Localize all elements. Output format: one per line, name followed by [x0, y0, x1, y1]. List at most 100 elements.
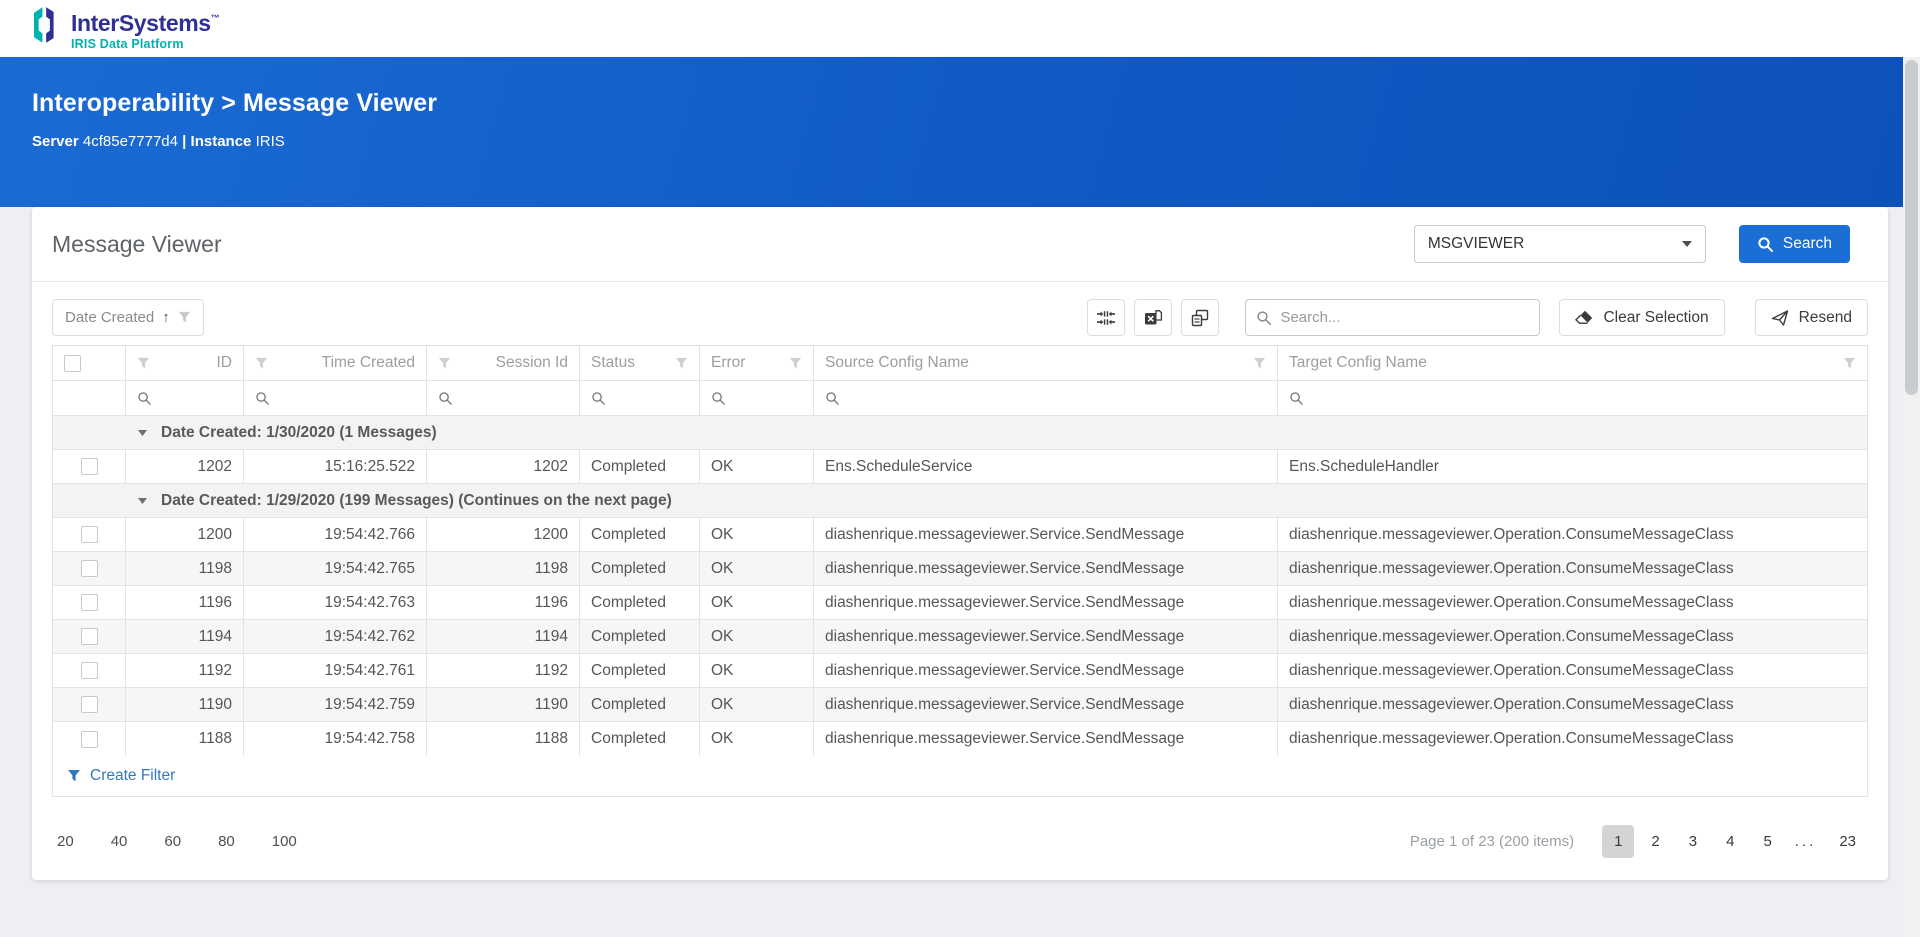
filter-cell-session[interactable]	[427, 381, 580, 415]
message-row[interactable]: 1188 19:54:42.758 1188 Completed OK diashenri…	[53, 722, 1867, 756]
message-row[interactable]: 1194 19:54:42.762 1194 Completed OK diashenri…	[53, 620, 1867, 654]
filter-cell-status[interactable]	[580, 381, 700, 415]
row-checkbox-cell	[53, 450, 126, 483]
row-checkbox[interactable]	[80, 594, 98, 611]
select-all-header-cell[interactable]	[53, 346, 126, 380]
message-row[interactable]: 1202 15:16:25.522 1202 Completed OK Ens.Sched…	[53, 450, 1867, 484]
page-button[interactable]: 23	[1827, 825, 1868, 858]
sort-chip-date-created[interactable]: Date Created ↑	[52, 299, 204, 336]
message-row[interactable]: 1192 19:54:42.761 1192 Completed OK diashenri…	[53, 654, 1867, 688]
row-checkbox[interactable]	[80, 730, 98, 748]
page-size-selector: 20 40 60 80 100	[52, 827, 302, 856]
message-row[interactable]: 1196 19:54:42.763 1196 Completed OK diashenri…	[53, 586, 1867, 620]
cell-id: 1194	[126, 620, 244, 653]
filter-input-session[interactable]	[461, 389, 568, 407]
resend-button[interactable]: Resend	[1754, 299, 1868, 336]
cell-status: Completed	[580, 586, 700, 619]
breadcrumb[interactable]: Interoperability > Message Viewer	[32, 89, 1920, 118]
filter-cell-time[interactable]	[244, 381, 427, 415]
cell-time: 19:54:42.758	[244, 722, 427, 756]
server-label: Server	[32, 133, 79, 150]
filter-icon[interactable]	[137, 357, 150, 370]
filter-input-error[interactable]	[734, 389, 802, 407]
search-icon	[255, 391, 270, 406]
scrollbar-thumb[interactable]	[1905, 60, 1918, 395]
column-chooser-button[interactable]	[1181, 299, 1220, 336]
column-header-source[interactable]: Source Config Name	[814, 346, 1278, 380]
page-button[interactable]: 1	[1602, 824, 1635, 858]
page-button[interactable]: 5	[1751, 825, 1783, 858]
row-checkbox[interactable]	[80, 560, 98, 577]
collapse-group-icon[interactable]	[138, 429, 147, 436]
cell-status: Completed	[580, 620, 700, 653]
select-all-checkbox[interactable]	[64, 354, 81, 372]
filter-cell-id[interactable]	[126, 381, 244, 415]
filter-icon[interactable]	[438, 357, 451, 370]
filter-icon[interactable]	[255, 357, 268, 370]
page-size-option[interactable]: 100	[267, 827, 302, 856]
page-content: Message Viewer MSGVIEWER Search Date Cre…	[0, 207, 1920, 880]
row-checkbox-cell	[53, 688, 126, 721]
filter-input-status[interactable]	[614, 389, 688, 407]
create-filter-button[interactable]: Create Filter	[53, 756, 1867, 796]
message-row[interactable]: 1190 19:54:42.759 1190 Completed OK diashenri…	[53, 688, 1867, 722]
filter-icon[interactable]	[1253, 357, 1266, 370]
column-header-time[interactable]: Time Created	[244, 346, 427, 380]
row-checkbox[interactable]	[80, 696, 98, 713]
chevron-down-icon	[1681, 241, 1692, 247]
filter-icon[interactable]	[675, 357, 688, 370]
top-bar: InterSystems™ IRIS Data Platform	[0, 0, 1920, 57]
column-header-session[interactable]: Session Id	[427, 346, 580, 380]
collapse-group-icon[interactable]	[138, 497, 147, 504]
page-size-option[interactable]: 40	[106, 827, 133, 856]
page-title: Message Viewer	[52, 230, 222, 257]
grid-search-box	[1245, 299, 1541, 336]
namespace-select[interactable]: MSGVIEWER	[1413, 225, 1706, 263]
page-button[interactable]: 3	[1677, 825, 1709, 858]
search-button[interactable]: Search	[1738, 225, 1850, 263]
page-button[interactable]: 2	[1639, 825, 1671, 858]
export-excel-button[interactable]	[1134, 299, 1173, 336]
clear-selection-button[interactable]: Clear Selection	[1559, 299, 1725, 336]
sort-ascending-icon: ↑	[162, 309, 170, 326]
cell-session: 1198	[427, 552, 580, 585]
cell-source: diashenrique.messageviewer.Service.SendM…	[814, 586, 1278, 619]
column-header-id[interactable]: ID	[126, 346, 244, 380]
cell-error: OK	[700, 586, 814, 619]
page-button[interactable]: 4	[1714, 825, 1746, 858]
page-size-option[interactable]: 60	[159, 827, 186, 856]
page-size-option[interactable]: 20	[52, 827, 79, 856]
filter-cell-error[interactable]	[700, 381, 814, 415]
filter-cell-source[interactable]	[814, 381, 1278, 415]
message-row[interactable]: 1200 19:54:42.766 1200 Completed OK diashenri…	[53, 518, 1867, 552]
filter-input-id[interactable]	[160, 389, 232, 407]
row-checkbox[interactable]	[80, 662, 98, 679]
cell-target: diashenrique.messageviewer.Operation.Con…	[1289, 627, 1734, 645]
column-header-error[interactable]: Error	[700, 346, 814, 380]
group-row[interactable]: Date Created: 1/30/2020 (1 Messages)	[53, 416, 1867, 450]
intersystems-logo[interactable]: InterSystems™ IRIS Data Platform	[34, 6, 220, 51]
filter-icon[interactable]	[789, 357, 802, 370]
collapse-all-icon	[1097, 310, 1116, 326]
group-row[interactable]: Date Created: 1/29/2020 (199 Messages) (…	[53, 484, 1867, 518]
cell-session: 1192	[427, 654, 580, 687]
collapse-all-button[interactable]	[1087, 299, 1126, 336]
vertical-scrollbar[interactable]	[1903, 57, 1920, 937]
search-icon	[825, 391, 840, 406]
grid-search-input[interactable]	[1280, 309, 1530, 326]
page-size-option[interactable]: 80	[213, 827, 240, 856]
filter-input-time[interactable]	[278, 389, 415, 407]
logo-brand-text: InterSystems™	[71, 10, 220, 36]
message-row[interactable]: 1198 19:54:42.765 1198 Completed OK diashenri…	[53, 552, 1867, 586]
cell-status: Completed	[580, 450, 700, 483]
column-header-status[interactable]: Status	[580, 346, 700, 380]
row-checkbox[interactable]	[80, 526, 98, 543]
row-checkbox[interactable]	[80, 458, 98, 475]
search-icon	[711, 391, 726, 406]
filter-cell-target[interactable]	[1278, 381, 1867, 415]
filter-icon[interactable]	[1843, 357, 1856, 370]
row-checkbox[interactable]	[80, 628, 98, 645]
filter-input-target[interactable]	[1312, 389, 1856, 407]
column-header-target[interactable]: Target Config Name	[1278, 346, 1867, 380]
filter-input-source[interactable]	[848, 389, 1266, 407]
